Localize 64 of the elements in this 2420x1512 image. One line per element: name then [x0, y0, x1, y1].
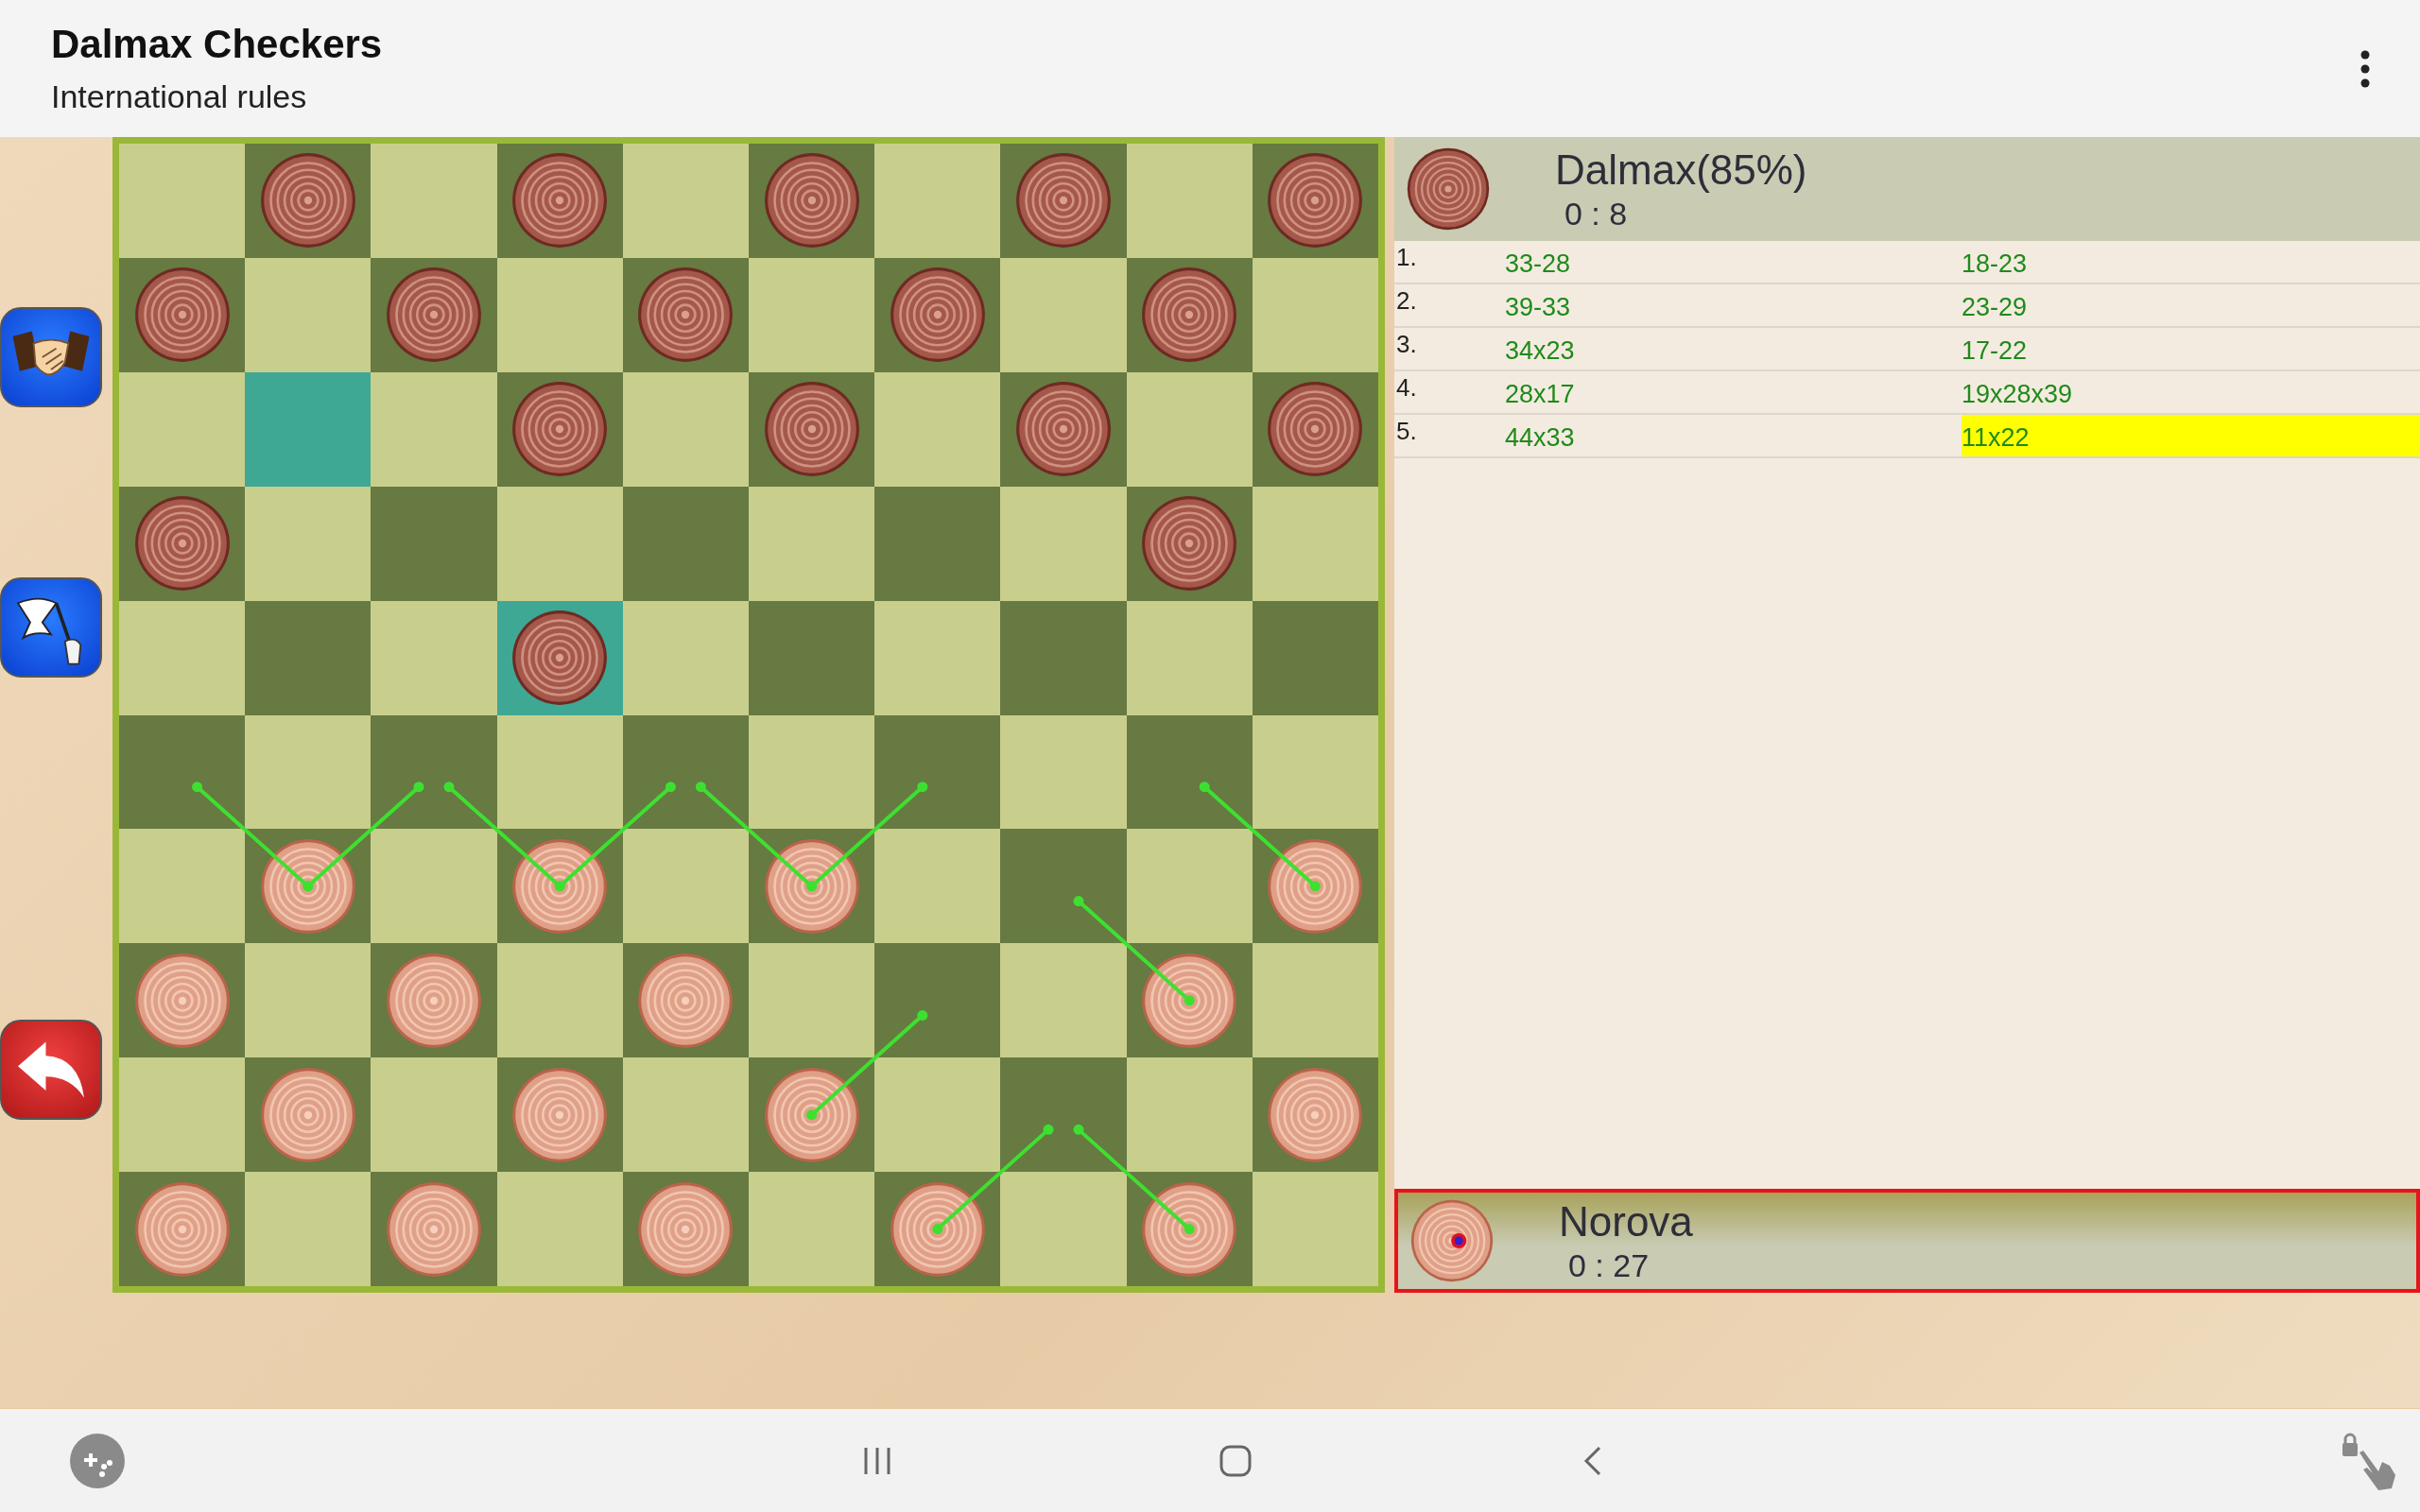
move-text[interactable]: 34x23 — [1505, 328, 1962, 369]
more-menu-icon[interactable] — [2360, 49, 2371, 88]
home-icon[interactable] — [1219, 1444, 1253, 1478]
draw-button[interactable] — [0, 307, 102, 407]
player-time: 0 : 27 — [1568, 1246, 1651, 1284]
checker-piece-icon — [1409, 1198, 1495, 1283]
checkers-board[interactable] — [112, 137, 1385, 1293]
checker-piece[interactable] — [636, 266, 735, 365]
checker-piece[interactable] — [1266, 380, 1365, 479]
checker-piece[interactable] — [762, 1065, 861, 1164]
checker-piece[interactable] — [132, 1179, 232, 1279]
move-text[interactable]: 44x33 — [1505, 415, 1962, 456]
checker-piece[interactable] — [510, 836, 610, 936]
move-text[interactable]: 11x22 — [1962, 415, 2420, 456]
player-name: Norova — [1559, 1197, 1693, 1246]
checker-piece[interactable] — [510, 380, 610, 479]
undo-button[interactable] — [0, 1020, 102, 1120]
player-time: 0 : 8 — [1564, 195, 1629, 232]
checker-piece[interactable] — [762, 151, 861, 250]
move-text[interactable]: 23-29 — [1962, 284, 2420, 326]
player-name: Dalmax(85%) — [1555, 146, 1807, 194]
checker-piece[interactable] — [1266, 1065, 1365, 1164]
move-number: 4. — [1395, 372, 1418, 404]
checker-piece[interactable] — [636, 1179, 735, 1279]
checker-piece[interactable] — [510, 1065, 610, 1164]
move-number: 2. — [1395, 285, 1418, 317]
move-text[interactable]: 33-28 — [1505, 241, 1962, 283]
checker-piece[interactable] — [385, 266, 483, 365]
checker-piece[interactable] — [1266, 151, 1365, 250]
checker-piece-icon — [1406, 146, 1491, 232]
app-subtitle: International rules — [51, 78, 308, 115]
game-controller-icon[interactable] — [69, 1433, 126, 1489]
checker-piece[interactable] — [258, 1065, 357, 1164]
checker-piece[interactable] — [510, 609, 610, 708]
move-number: 3. — [1395, 329, 1418, 360]
checker-piece[interactable] — [888, 266, 987, 365]
checker-piece[interactable] — [1014, 380, 1113, 479]
move-text[interactable]: 18-23 — [1962, 241, 2420, 283]
checker-piece[interactable] — [1140, 266, 1239, 365]
checker-piece[interactable] — [1014, 151, 1113, 250]
checker-piece[interactable] — [1140, 494, 1239, 593]
move-number: 1. — [1395, 242, 1418, 273]
checker-piece[interactable] — [132, 266, 232, 365]
app-title: Dalmax Checkers — [51, 22, 383, 67]
checker-piece[interactable] — [1140, 951, 1239, 1050]
move-number: 5. — [1395, 416, 1418, 447]
checker-piece[interactable] — [385, 1179, 483, 1279]
move-text[interactable]: 28x17 — [1505, 371, 1962, 413]
checker-piece[interactable] — [132, 951, 232, 1050]
checker-piece[interactable] — [132, 494, 232, 593]
checker-piece[interactable] — [762, 836, 861, 936]
move-text[interactable]: 17-22 — [1962, 328, 2420, 369]
checker-piece[interactable] — [258, 151, 357, 250]
move-text[interactable]: 19x28x39 — [1962, 371, 2420, 413]
resign-button[interactable] — [0, 577, 102, 678]
checker-piece[interactable] — [1140, 1179, 1239, 1279]
move-text[interactable]: 39-33 — [1505, 284, 1962, 326]
checker-piece[interactable] — [636, 951, 735, 1050]
checker-piece[interactable] — [258, 836, 357, 936]
checker-piece[interactable] — [888, 1179, 987, 1279]
checker-piece[interactable] — [385, 951, 483, 1050]
checker-piece[interactable] — [762, 380, 861, 479]
checker-piece[interactable] — [1266, 836, 1365, 936]
checker-piece[interactable] — [510, 151, 610, 250]
